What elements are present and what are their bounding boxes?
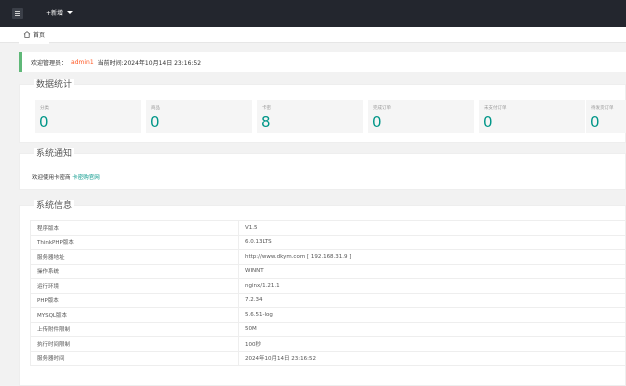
info-key: 程序版本 xyxy=(30,220,239,236)
table-row: MYSQL版本 5.6.51-log xyxy=(30,307,626,323)
stat-value: 8 xyxy=(261,113,271,131)
stat-label: 未支付订单 xyxy=(484,106,507,111)
info-panel-title: 系统信息 xyxy=(34,200,75,212)
tab-home[interactable]: 首页 xyxy=(19,27,50,44)
official-site-link[interactable]: 卡密购官网 xyxy=(72,175,100,181)
stat-card-cards: 卡密 8 xyxy=(257,100,363,133)
info-key: 执行时间限制 xyxy=(30,336,239,352)
stat-label: 商品 xyxy=(151,106,160,111)
home-icon xyxy=(23,31,31,38)
add-new-menu[interactable]: +新增 xyxy=(46,9,74,18)
table-row: 服务器时间 2024年10月14日 23:16:52 xyxy=(30,350,626,366)
notify-text: 欢迎使用卡密商 xyxy=(32,175,71,181)
stat-value: 0 xyxy=(39,113,49,131)
info-key: 运行环境 xyxy=(30,278,239,294)
table-row: 服务器地址 http://www.dkym.com [ 192.168.31.9 … xyxy=(30,249,626,265)
info-value: 2024年10月14日 23:16:52 xyxy=(238,350,626,366)
chevron-down-icon xyxy=(67,11,74,14)
notify-panel: 系统通知 欢迎使用卡密商 卡密购官网 xyxy=(19,148,626,190)
table-row: 执行时间限制 100秒 xyxy=(30,336,626,352)
stat-label: 分类 xyxy=(40,106,49,111)
info-key: ThinkPHP版本 xyxy=(30,234,239,250)
info-value: 7.2.34 xyxy=(238,292,626,308)
table-row: 运行环境 nginx/1.21.1 xyxy=(30,278,626,294)
table-row: 操作系统 WINNT xyxy=(30,263,626,279)
info-value: 50M xyxy=(238,321,626,337)
info-value: WINNT xyxy=(238,263,626,279)
table-row: ThinkPHP版本 6.0.13LTS xyxy=(30,234,626,250)
notify-message: 欢迎使用卡密商 卡密购官网 xyxy=(32,173,100,181)
tab-home-label: 首页 xyxy=(33,32,46,39)
info-key: MYSQL版本 xyxy=(30,307,239,323)
system-info-table: 程序版本 V1.5 ThinkPHP版本 6.0.13LTS 服务器地址 http:/… xyxy=(30,220,626,366)
info-value: nginx/1.21.1 xyxy=(238,278,626,294)
menu-toggle-icon[interactable] xyxy=(12,8,23,19)
stats-panel-title: 数据统计 xyxy=(34,79,75,91)
info-key: PHP版本 xyxy=(30,292,239,308)
stat-card-pending-shipment: 待发货订单 0 xyxy=(586,100,626,133)
stat-label: 卡密 xyxy=(262,106,271,111)
stat-label: 待发货订单 xyxy=(591,106,614,111)
info-value: http://www.dkym.com [ 192.168.31.9 ] xyxy=(238,249,626,265)
info-value: 5.6.51-log xyxy=(238,307,626,323)
table-row: PHP版本 7.2.34 xyxy=(30,292,626,308)
admin-username: admin1 xyxy=(71,58,94,66)
stat-value: 0 xyxy=(590,113,600,131)
stat-card-completed-orders: 完成订单 0 xyxy=(368,100,474,133)
table-row: 程序版本 V1.5 xyxy=(30,220,626,236)
stat-card-categories: 分类 0 xyxy=(35,100,141,133)
stats-panel: 数据统计 分类 0 商品 0 卡密 8 完成订单 0 未支付订单 0 待发货订单… xyxy=(19,79,626,143)
welcome-notice: 欢迎管理员： admin1 当前时间:2024年10月14日 23:16:52 xyxy=(19,52,626,72)
stat-card-unpaid-orders: 未支付订单 0 xyxy=(479,100,585,133)
stat-label: 完成订单 xyxy=(373,106,391,111)
current-time: 当前时间:2024年10月14日 23:16:52 xyxy=(97,59,202,67)
info-value: 6.0.13LTS xyxy=(238,234,626,250)
stat-value: 0 xyxy=(372,113,382,131)
tab-bar: 首页 xyxy=(0,27,626,44)
stat-card-products: 商品 0 xyxy=(146,100,252,133)
welcome-prefix: 欢迎管理员： xyxy=(31,59,68,67)
info-value: V1.5 xyxy=(238,220,626,236)
info-key: 服务器时间 xyxy=(30,350,239,366)
stat-value: 0 xyxy=(150,113,160,131)
add-new-label: +新增 xyxy=(46,10,64,17)
info-key: 服务器地址 xyxy=(30,249,239,265)
system-info-panel: 系统信息 程序版本 V1.5 ThinkPHP版本 6.0.13LTS 服务器地址 h… xyxy=(19,200,626,386)
stat-value: 0 xyxy=(483,113,493,131)
info-key: 操作系统 xyxy=(30,263,239,279)
table-row: 上传附件限制 50M xyxy=(30,321,626,337)
top-navbar: +新增 xyxy=(0,0,626,27)
notify-panel-title: 系统通知 xyxy=(34,148,75,160)
info-value: 100秒 xyxy=(238,336,626,352)
info-key: 上传附件限制 xyxy=(30,321,239,337)
